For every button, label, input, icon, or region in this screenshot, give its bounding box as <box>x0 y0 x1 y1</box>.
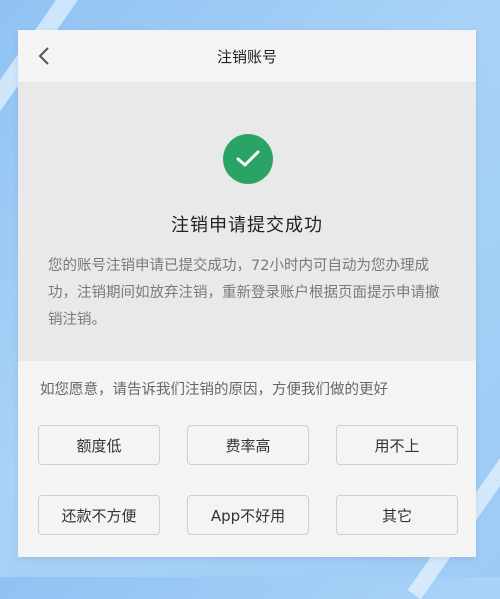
chevron-left-icon <box>38 47 49 65</box>
reason-option-app-bad[interactable]: App不好用 <box>187 495 309 535</box>
page-title: 注销账号 <box>216 47 277 66</box>
reason-prompt: 如您愿意，请告诉我们注销的原因，方便我们做的更好 <box>40 382 388 398</box>
success-title: 注销申请提交成功 <box>171 215 323 236</box>
reason-option-low-limit[interactable]: 额度低 <box>38 425 160 465</box>
success-description: 您的账号注销申请已提交成功，72小时内可自动为您办理成功，注销期间如放弃注销，重… <box>48 258 440 328</box>
nav-bar: 注销账号 <box>18 30 476 83</box>
reason-option-other[interactable]: 其它 <box>336 495 458 535</box>
success-icon <box>223 134 273 184</box>
reason-option-not-needed[interactable]: 用不上 <box>336 425 458 465</box>
account-cancel-card: 注销账号 注销申请提交成功 您的账号注销申请已提交成功，72小时内可自动为您办理… <box>18 30 476 557</box>
reason-option-repayment-inconvenient[interactable]: 还款不方便 <box>38 495 160 535</box>
success-panel: 注销申请提交成功 您的账号注销申请已提交成功，72小时内可自动为您办理成功，注销… <box>18 83 476 361</box>
reason-option-high-fee[interactable]: 费率高 <box>187 425 309 465</box>
back-button[interactable] <box>32 44 56 68</box>
